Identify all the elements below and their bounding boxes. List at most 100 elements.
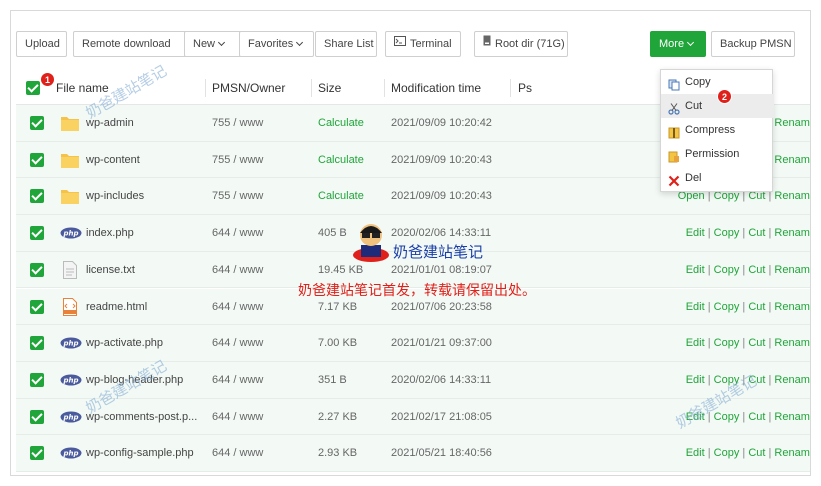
row-checkbox[interactable] [30, 299, 44, 314]
menu-item-del[interactable]: Del [661, 166, 774, 190]
action-rename-link[interactable]: Rename [774, 447, 810, 459]
column-header-size[interactable]: Size [318, 71, 385, 105]
file-permission[interactable]: 644 / www [212, 399, 263, 435]
php-file-icon: php [60, 411, 82, 426]
action-rename-link[interactable]: Rename [774, 301, 810, 313]
file-name[interactable]: index.php [86, 215, 134, 251]
action-separator: | [704, 190, 714, 203]
file-permission[interactable]: 755 / www [212, 178, 263, 214]
action-cut-link[interactable]: Cut [748, 411, 765, 423]
favorites-dropdown-button[interactable]: Favorites [239, 31, 314, 57]
php-file-icon: php [60, 447, 82, 462]
action-copy-link[interactable]: Copy [714, 374, 740, 386]
file-name[interactable]: wp-content [86, 142, 140, 178]
action-edit-link[interactable]: Edit [686, 337, 705, 349]
row-checkbox[interactable] [30, 446, 44, 461]
file-name[interactable]: readme.html [86, 289, 147, 325]
table-row[interactable]: php wp-activate.php 7.00 KB 644 / www 2021/0… [16, 325, 810, 362]
action-cut-link[interactable]: Cut [748, 337, 765, 349]
upload-button[interactable]: Upload [16, 31, 67, 57]
action-rename-link[interactable]: Rename [774, 411, 810, 423]
more-dropdown-button[interactable]: More [650, 31, 706, 57]
backup-pmsn-button[interactable]: Backup PMSN [711, 31, 795, 57]
file-name[interactable]: wp-activate.php [86, 325, 163, 361]
file-permission[interactable]: 644 / www [212, 435, 263, 471]
new-dropdown-button[interactable]: New [184, 31, 244, 57]
action-copy-link[interactable]: Copy [714, 264, 740, 276]
action-separator: | [739, 410, 749, 423]
action-copy-link[interactable]: Copy [714, 190, 740, 202]
remote-download-button[interactable]: Remote download [73, 31, 190, 57]
action-copy-link[interactable]: Copy [714, 447, 740, 459]
file-name[interactable]: wp-includes [86, 178, 144, 214]
file-name[interactable]: wp-comments-post.p... [86, 399, 197, 435]
php-file-icon: php [60, 374, 82, 389]
action-copy-link[interactable]: Copy [714, 337, 740, 349]
file-name[interactable]: license.txt [86, 252, 135, 288]
select-all-checkbox[interactable] [26, 81, 40, 95]
action-copy-link[interactable]: Copy [714, 411, 740, 423]
action-rename-link[interactable]: Rename [774, 154, 810, 166]
action-cut-link[interactable]: Cut [748, 374, 765, 386]
row-checkbox[interactable] [30, 116, 44, 130]
file-name[interactable]: wp-blog-header.php [86, 362, 183, 398]
share-list-button[interactable]: Share List [315, 31, 377, 57]
column-divider [510, 79, 511, 97]
file-permission[interactable]: 755 / www [212, 142, 263, 178]
action-edit-link[interactable]: Edit [686, 227, 705, 239]
svg-text:php: php [62, 413, 78, 421]
menu-item-permission[interactable]: Permission [661, 142, 774, 166]
row-checkbox[interactable] [30, 189, 44, 204]
table-row[interactable]: php wp-comments-post.p... 2.27 KB 644 / www… [16, 398, 810, 436]
file-name[interactable]: wp-admin [86, 105, 134, 141]
action-separator: | [704, 447, 714, 460]
more-label: More [659, 38, 685, 50]
file-toolbar: Upload Remote download New Favorites Sha… [16, 31, 810, 57]
action-copy-link[interactable]: Copy [714, 301, 740, 313]
column-header-owner[interactable]: PMSN/Owner [212, 71, 312, 105]
file-permission[interactable]: 644 / www [212, 289, 263, 325]
action-edit-link[interactable]: Edit [686, 447, 705, 459]
action-cut-link[interactable]: Cut [748, 447, 765, 459]
action-rename-link[interactable]: Rename [774, 337, 810, 349]
action-rename-link[interactable]: Rename [774, 190, 810, 202]
action-rename-link[interactable]: Rename [774, 227, 810, 239]
table-row[interactable]: php wp-config-sample.php 2.93 KB 644 / www 2… [16, 435, 810, 472]
action-rename-link[interactable]: Rename [774, 264, 810, 276]
table-row[interactable]: php wp-blog-header.php 351 B 644 / www 2020/… [16, 361, 810, 399]
column-header-ps[interactable]: Ps [518, 71, 558, 105]
row-checkbox[interactable] [30, 372, 44, 387]
action-cut-link[interactable]: Cut [748, 227, 765, 239]
file-permission[interactable]: 755 / www [212, 105, 263, 141]
action-copy-link[interactable]: Copy [714, 227, 740, 239]
file-size[interactable]: Calculate [318, 178, 364, 214]
terminal-button[interactable]: Terminal [385, 31, 461, 57]
file-permission[interactable]: 644 / www [212, 252, 263, 288]
action-open-link[interactable]: Open [678, 190, 705, 202]
file-size[interactable]: Calculate [318, 105, 364, 141]
file-name[interactable]: wp-config-sample.php [86, 435, 194, 471]
file-permission[interactable]: 644 / www [212, 215, 263, 251]
file-permission[interactable]: 644 / www [212, 325, 263, 361]
action-cut-link[interactable]: Cut [748, 190, 765, 202]
action-edit-link[interactable]: Edit [686, 411, 705, 423]
action-edit-link[interactable]: Edit [686, 374, 705, 386]
action-rename-link[interactable]: Rename [774, 117, 810, 129]
action-cut-link[interactable]: Cut [748, 301, 765, 313]
column-header-mtime[interactable]: Modification time [391, 71, 511, 105]
action-edit-link[interactable]: Edit [686, 264, 705, 276]
row-checkbox[interactable] [30, 226, 44, 241]
action-cut-link[interactable]: Cut [748, 264, 765, 276]
action-edit-link[interactable]: Edit [686, 301, 705, 313]
row-checkbox[interactable] [30, 409, 44, 424]
row-checkbox[interactable] [30, 336, 44, 351]
menu-item-compress[interactable]: Compress [661, 118, 774, 142]
action-rename-link[interactable]: Rename [774, 374, 810, 386]
file-permission[interactable]: 644 / www [212, 362, 263, 398]
file-size[interactable]: Calculate [318, 142, 364, 178]
root-dir-button[interactable]: Root dir (71G) [474, 31, 568, 57]
column-header-name[interactable]: File name [56, 71, 206, 105]
row-checkbox[interactable] [30, 152, 44, 167]
menu-item-copy[interactable]: Copy [661, 70, 774, 94]
row-checkbox[interactable] [30, 262, 44, 277]
